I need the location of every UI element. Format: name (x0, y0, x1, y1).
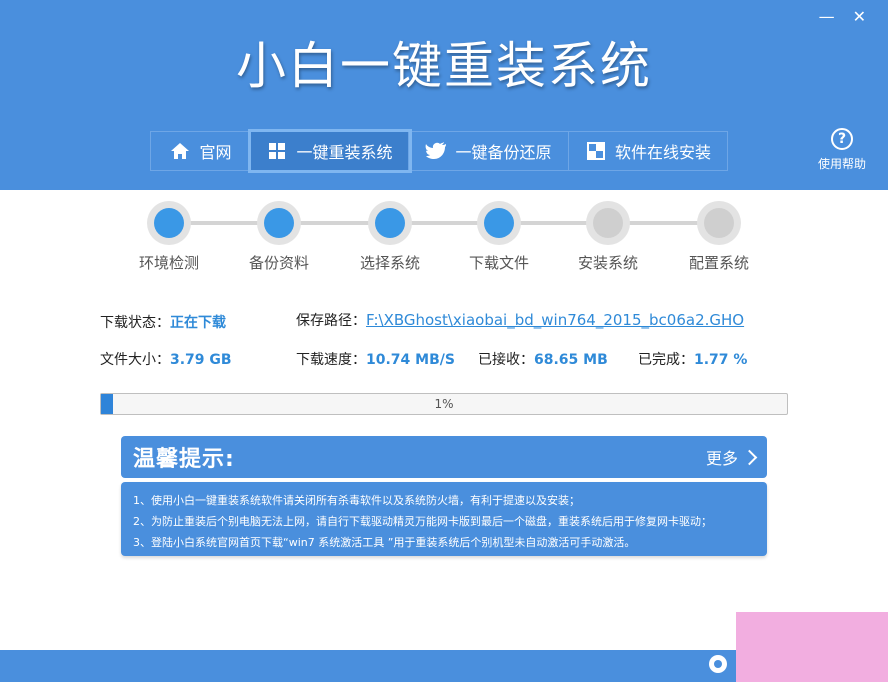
step-select-system: 选择系统 (350, 201, 430, 273)
nav-item-label: 软件在线安装 (614, 143, 711, 162)
corner-overlay (736, 612, 888, 682)
step-indicator (477, 201, 521, 245)
download-speed-value: 10.74 MB/S (366, 352, 455, 368)
step-label: 备份资料 (248, 254, 309, 272)
nav-item-official-site[interactable]: 官网 (151, 132, 251, 170)
tip-line: 2、为防止重装后个别电脑无法上网，请自行下载驱动精灵万能网卡版到最后一个磁盘，重… (133, 515, 712, 528)
nav-item-reinstall-system[interactable]: 一键重装系统 (248, 129, 412, 173)
minimize-button[interactable]: — (819, 9, 835, 25)
app-title: 小白一键重装系统 (236, 37, 652, 95)
download-status: 下载状态：正在下载 (100, 315, 226, 331)
step-backup-data: 备份资料 (239, 201, 319, 273)
close-button[interactable]: ✕ (853, 9, 866, 25)
tips-title: 温馨提示: (133, 447, 235, 472)
nav-item-label: 官网 (199, 143, 232, 162)
step-label: 环境检测 (138, 254, 199, 272)
tip-line: 1、使用小白一键重装系统软件请关闭所有杀毒软件以及系统防火墙，有利于提速以及安装… (133, 494, 580, 507)
more-link[interactable]: 更多 (705, 445, 758, 469)
step-label: 配置系统 (688, 254, 749, 272)
help-icon: ? (831, 128, 853, 150)
step-configure-system: 配置系统 (679, 201, 759, 273)
bird-icon (425, 140, 447, 162)
window-controls: — ✕ (819, 9, 866, 25)
step-install-system: 安装系统 (568, 201, 648, 273)
step-environment-check: 环境检测 (129, 201, 209, 273)
step-download-files: 下载文件 (459, 201, 539, 273)
save-path-link[interactable]: F:\XBGhost\xiaobai_bd_win764_2015_bc06a2… (366, 311, 744, 329)
received-size-value: 68.65 MB (534, 352, 608, 368)
save-path: 保存路径：F:\XBGhost\xiaobai_bd_win764_2015_b… (296, 311, 745, 329)
footer-logo-icon (709, 655, 727, 673)
tip-line: 3、登陆小白系统官网首页下载“win7 系统激活工具 ”用于重装系统后个别机型未… (133, 536, 636, 549)
nav-item-label: 一键备份还原 (455, 143, 552, 162)
step-indicator (257, 201, 301, 245)
tips-body: 1、使用小白一键重装系统软件请关闭所有杀毒软件以及系统防火墙，有利于提速以及安装… (121, 482, 767, 556)
download-progress-bar: 1% (100, 393, 788, 415)
received-size: 已接收：68.65 MB (478, 352, 608, 368)
step-indicator (697, 201, 741, 245)
more-label: 更多 (705, 449, 738, 468)
download-speed: 下载速度：10.74 MB/S (296, 352, 455, 368)
windows-icon (266, 140, 288, 162)
main-nav: 官网 一键重装系统 一键备份还原 软件在线安装 (150, 129, 728, 173)
step-label: 选择系统 (359, 254, 420, 272)
help-button[interactable]: ? 使用帮助 (814, 128, 870, 172)
step-indicator (147, 201, 191, 245)
download-status-value: 正在下载 (170, 315, 226, 331)
file-size: 文件大小：3.79 GB (100, 352, 232, 368)
progress-text: 1% (434, 397, 454, 411)
home-icon (169, 140, 191, 162)
step-indicator (368, 201, 412, 245)
step-label: 下载文件 (468, 254, 529, 272)
percent-complete: 已完成：1.77 % (638, 352, 748, 368)
tips-header: 温馨提示: 更多 (121, 436, 767, 478)
help-label: 使用帮助 (817, 157, 866, 171)
file-size-value: 3.79 GB (170, 352, 232, 368)
step-label: 安装系统 (577, 254, 638, 272)
percent-complete-value: 1.77 % (694, 352, 748, 368)
nav-item-label: 一键重装系统 (296, 143, 393, 162)
chevron-right-icon (741, 449, 758, 465)
nav-item-backup-restore[interactable]: 一键备份还原 (409, 132, 569, 170)
nav-item-software-install[interactable]: 软件在线安装 (569, 132, 727, 170)
step-indicator (586, 201, 630, 245)
software-icon (585, 140, 607, 162)
